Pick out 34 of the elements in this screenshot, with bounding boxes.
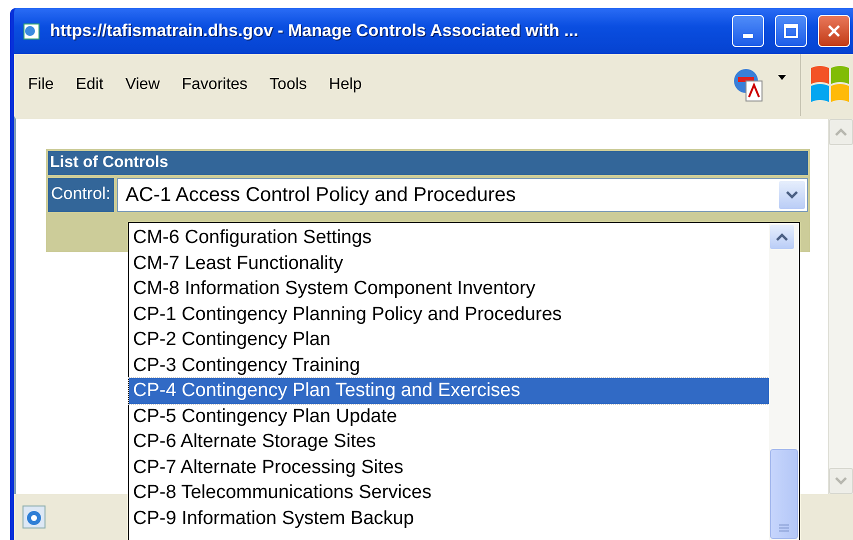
menu-item[interactable]: File — [28, 76, 54, 94]
dropdown-option[interactable]: CP-7 Alternate Processing Sites — [129, 454, 769, 480]
list-scrollbar[interactable] — [769, 223, 799, 540]
browser-icon — [22, 504, 48, 530]
caret-icon[interactable] — [778, 75, 786, 81]
grip-icon — [779, 524, 789, 532]
page-icon — [22, 21, 42, 41]
minimize-button[interactable] — [732, 15, 764, 47]
dropdown-option[interactable]: CP-2 Contingency Plan — [129, 327, 769, 352]
dropdown-option[interactable]: CP-1 Contingency Planning Policy and Procedures — [129, 302, 769, 327]
menu-item[interactable]: Edit — [76, 76, 104, 94]
dropdown-option[interactable]: CP-9 Information System Backup — [129, 506, 769, 531]
menu-item[interactable]: Help — [328, 76, 362, 94]
panel-title: List of Controls — [48, 151, 808, 175]
menu-item[interactable]: Tools — [270, 76, 307, 94]
dropdown-option[interactable]: CP-3 Contingency Training — [129, 352, 769, 378]
menu-item[interactable]: Favorites — [182, 76, 248, 94]
dropdown-option[interactable]: CP-6 Alternate Storage Sites — [129, 429, 769, 454]
maximize-button[interactable] — [775, 15, 807, 47]
menu-item[interactable]: View — [125, 76, 160, 94]
minimize-icon — [743, 34, 753, 38]
dropdown-arrow-button[interactable] — [779, 181, 805, 209]
dropdown-option[interactable]: CM-8 Information System Component Inventory — [129, 276, 769, 302]
close-button[interactable] — [818, 15, 850, 47]
control-select[interactable]: AC-1 Access Control Policy and Procedures — [116, 178, 808, 212]
close-icon — [826, 23, 842, 39]
dropdown-option[interactable]: CP-5 Contingency Plan Update — [129, 404, 769, 429]
window-title: https://tafismatrain.dhs.gov - Manage Controls Associated with ... — [50, 21, 580, 41]
dropdown-option[interactable]: CP-4 Contingency Plan Testing and Exercises — [129, 378, 769, 404]
field-label: Control: — [48, 178, 114, 212]
dropdown-option[interactable]: CM-7 Least Functionality — [129, 250, 769, 276]
dropdown-option[interactable]: CP-8 Telecommunications Services — [129, 480, 769, 506]
dropdown-option[interactable]: CM-6 Configuration Settings — [129, 225, 769, 250]
maximize-icon — [783, 23, 799, 39]
